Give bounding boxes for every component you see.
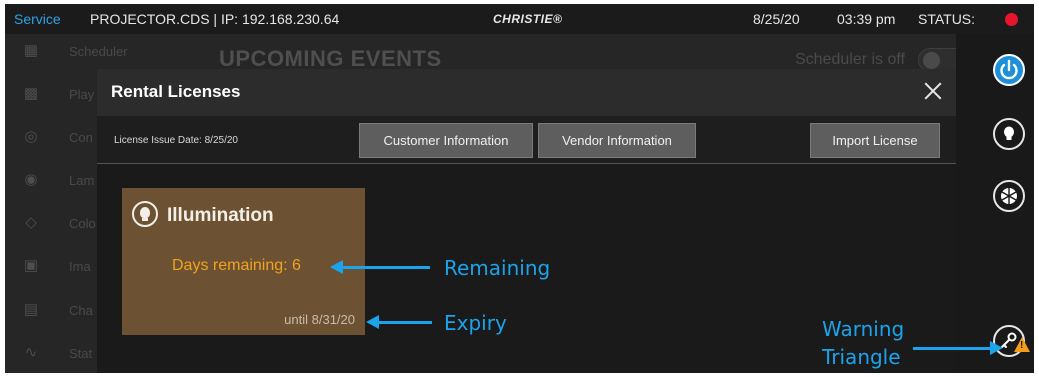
screenshot-frame: Service PROJECTOR.CDS | IP: 192.168.230.… [0,0,1039,377]
lamp-button[interactable] [993,118,1025,150]
remaining-callout: Remaining [444,256,551,280]
lamp-icon [1004,126,1014,140]
warning-callout-line2: Triangle [822,345,901,369]
dialog-title: Rental Licenses [111,82,241,101]
status-label: STATUS: [918,11,976,27]
sidebar-item-playback[interactable]: ▩ Play [5,79,97,113]
date-display: 8/25/20 [753,11,800,27]
sidebar-item-label: Ima [69,259,91,274]
status-icon: ∿ [24,344,38,361]
power-button[interactable] [993,54,1025,86]
sidebar-item-label: Lam [69,173,95,188]
channel-icon: ▤ [23,301,39,318]
warning-arrow-head [990,341,1003,355]
illumination-license-card[interactable]: Illumination Days remaining: 6 until 8/3… [122,188,365,335]
dialog-toolbar: License Issue Date: 8/25/20 Customer Inf… [97,116,956,164]
dialog-header: Rental Licenses [97,69,956,116]
power-icon [1000,59,1018,80]
lamp-icon: ◉ [24,171,38,188]
bulb-glass [140,207,150,218]
scheduler-icon: ▦ [23,42,39,59]
license-issue-date: License Issue Date: 8/25/20 [114,135,238,146]
sidebar-item-label: Stat [69,346,93,361]
brand-logo: CHRISTIE® [493,12,563,26]
sidebar-nav: ▦ Scheduler ▩ Play ◎ Con ◉ Lam ◇ Colo ▣ … [5,34,128,373]
right-rail [956,34,1034,373]
image-icon: ▣ [23,257,39,274]
expiry-arrow [376,321,432,324]
sidebar-item-label: Scheduler [69,44,128,59]
sidebar-item-image[interactable]: ▣ Ima [5,251,97,285]
scheduler-state-label: Scheduler is off [795,51,905,68]
import-license-button[interactable]: Import License [810,123,940,158]
sidebar-item-label: Cha [69,303,93,318]
lightbulb-icon [132,201,158,227]
customer-information-button[interactable]: Customer Information [359,123,533,158]
color-icon: ◇ [25,214,37,231]
license-card-title: Illumination [167,205,274,226]
device-info: PROJECTOR.CDS | IP: 192.168.230.64 [90,11,340,27]
sidebar-item-scheduler[interactable]: ▦ Scheduler [5,36,128,70]
remaining-arrow [340,266,430,269]
toggle-knob [923,52,940,69]
status-indicator-icon[interactable] [1005,13,1018,26]
days-remaining: Days remaining: 6 [172,257,301,274]
shutter-icon [1001,188,1017,204]
top-bar: Service PROJECTOR.CDS | IP: 192.168.230.… [5,4,1034,34]
warning-exclamation-icon: ! [1020,340,1024,351]
sidebar-item-color[interactable]: ◇ Colo [5,208,97,242]
sidebar-item-content[interactable]: ◎ Con [5,122,97,156]
sidebar-item-status[interactable]: ∿ Stat [5,338,97,372]
sidebar-item-label: Colo [69,216,96,231]
expiry-callout: Expiry [444,311,507,335]
close-icon[interactable] [922,80,944,102]
time-display: 03:39 pm [837,11,896,27]
sidebar-item-label: Con [69,130,93,145]
mode-indicator[interactable]: Service [14,11,61,27]
sidebar-item-label: Play [69,87,95,102]
sidebar-item-channel[interactable]: ▤ Cha [5,295,97,329]
content-icon: ◎ [24,128,38,145]
sidebar-item-lamp[interactable]: ◉ Lam [5,165,97,199]
warning-callout-line1: Warning [822,317,905,341]
shutter-button[interactable] [993,180,1025,212]
license-expiry: until 8/31/20 [284,312,355,327]
warning-arrow [913,347,991,350]
playback-icon: ▩ [23,85,39,102]
vendor-information-button[interactable]: Vendor Information [538,123,696,158]
bulb-base [142,218,148,221]
